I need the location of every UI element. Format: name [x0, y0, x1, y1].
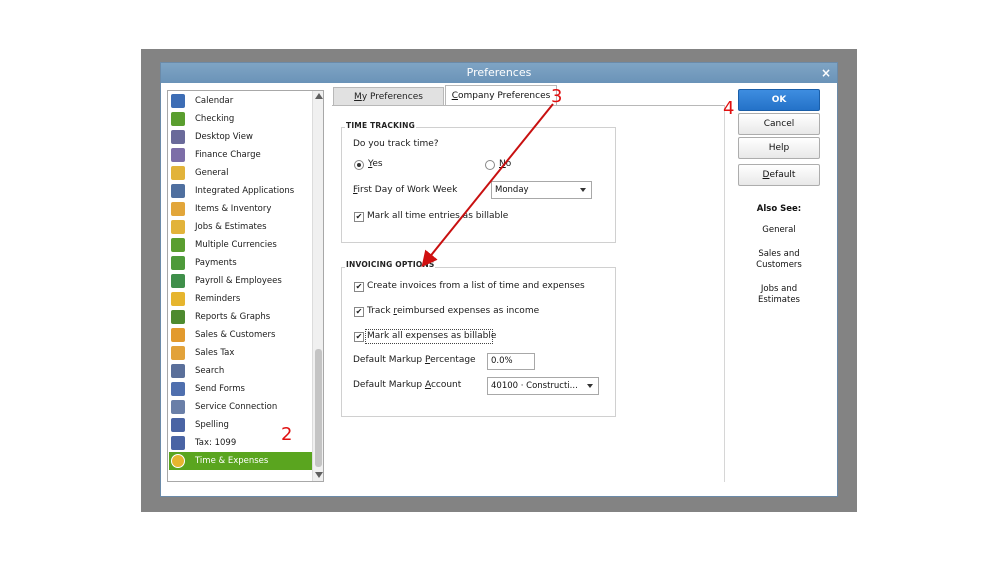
annotation-arrow [421, 103, 554, 268]
